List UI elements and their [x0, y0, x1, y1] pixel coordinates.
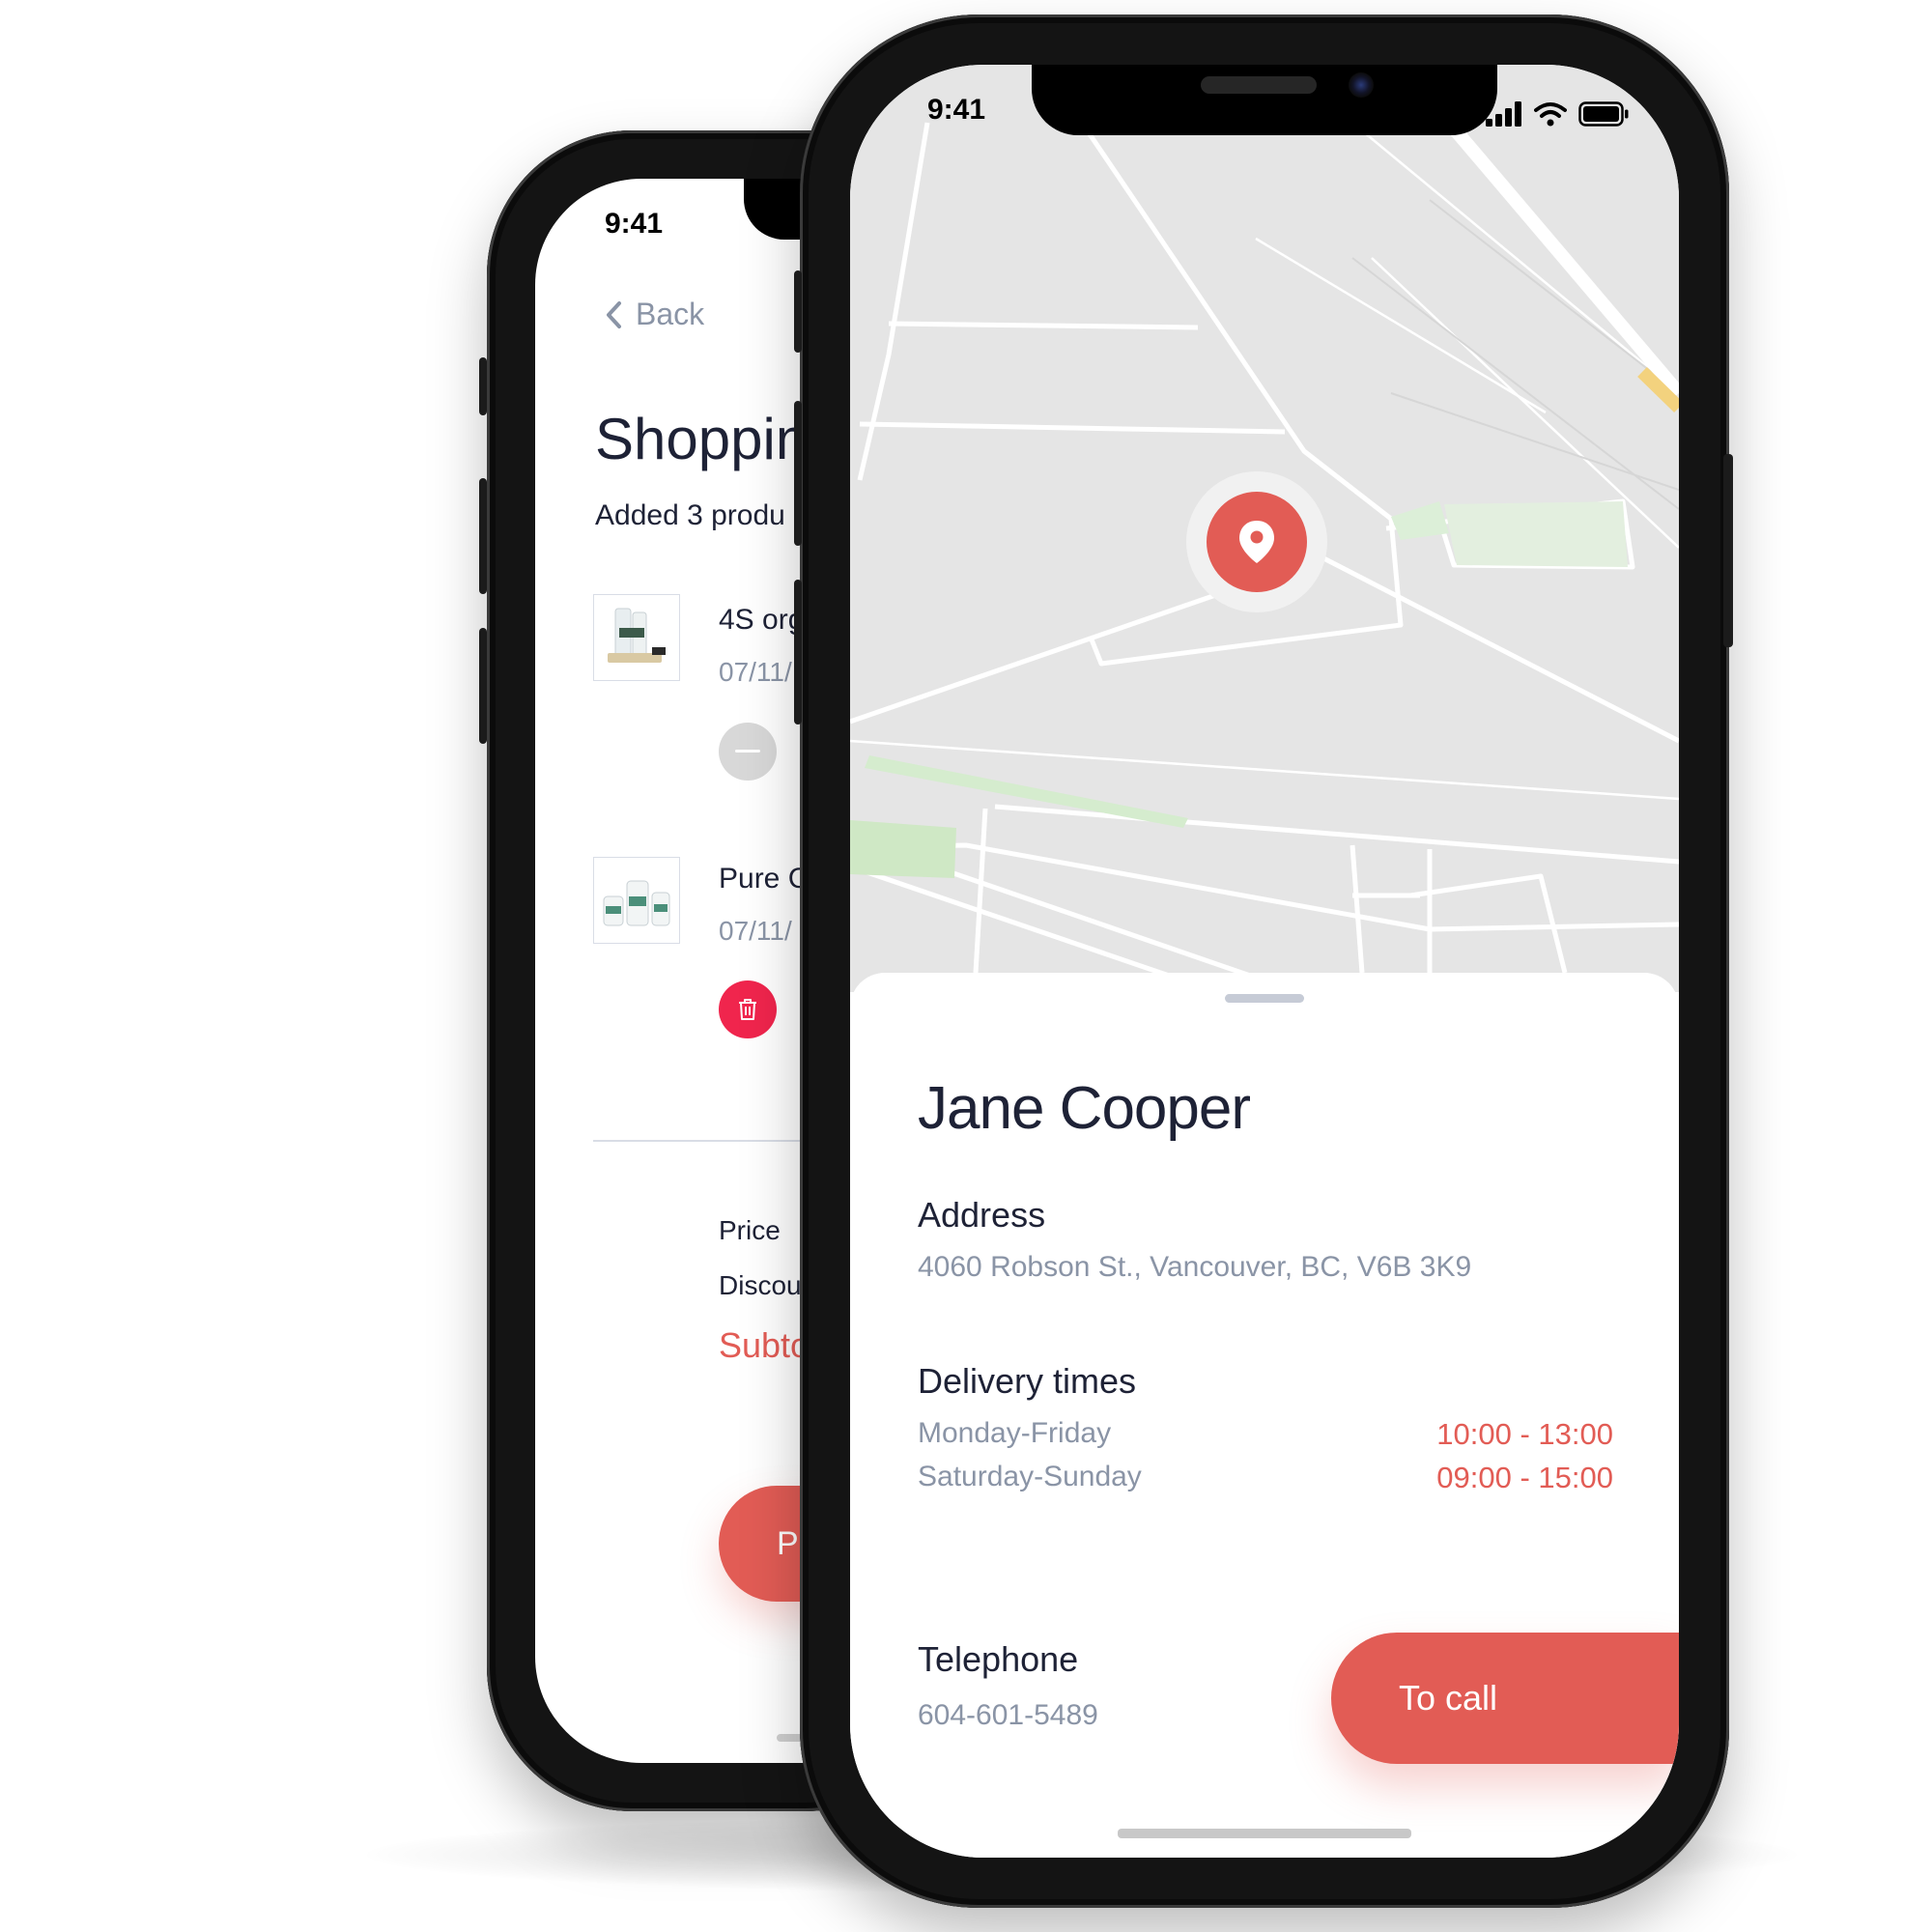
product-date-1: 07/11/ [719, 657, 792, 687]
price-label: Price [719, 1215, 781, 1245]
wifi-icon [1534, 102, 1567, 127]
mute-switch [479, 357, 487, 415]
power-button [1723, 454, 1733, 647]
status-icons [1486, 101, 1629, 127]
volume-up-button [479, 478, 487, 594]
discount-label: Discou [719, 1270, 802, 1300]
page-title: Shoppin [595, 407, 809, 471]
delivery-hours-weekend: 09:00 - 15:00 [1436, 1461, 1613, 1494]
notch [1032, 65, 1497, 135]
map-view[interactable] [850, 65, 1679, 992]
speaker-grille [1201, 76, 1317, 94]
delete-item-button[interactable] [719, 980, 777, 1038]
volume-down-button [479, 628, 487, 744]
product-bottles-icon [608, 608, 666, 663]
back-button[interactable]: Back [605, 297, 704, 332]
product-jars-icon [603, 880, 670, 926]
product-name-1: 4S org [719, 604, 805, 636]
product-image-1[interactable] [593, 594, 680, 681]
address-heading: Address [918, 1195, 1046, 1235]
home-indicator [1118, 1829, 1411, 1838]
delivery-screen: 9:41 Jane Cooper Address 4060 Robson St.… [850, 65, 1679, 1858]
signal-icon [1486, 101, 1521, 127]
back-label: Back [636, 297, 705, 331]
status-time: 9:41 [605, 208, 664, 240]
delivery-times-heading: Delivery times [918, 1361, 1137, 1401]
call-button-label: To call [1399, 1678, 1498, 1718]
battery-icon [1578, 101, 1629, 127]
volume-up-button [794, 401, 802, 546]
subtotal-label: Subto [719, 1325, 810, 1365]
contact-name: Jane Cooper [918, 1075, 1251, 1142]
details-sheet: Jane Cooper Address 4060 Robson St., Van… [850, 973, 1679, 1858]
location-pin[interactable] [1186, 471, 1327, 612]
decrease-quantity-button[interactable] [719, 723, 777, 781]
trash-icon [739, 999, 756, 1020]
call-button[interactable]: To call [1331, 1633, 1679, 1764]
chevron-left-icon [607, 300, 621, 328]
minus-icon [735, 750, 760, 753]
status-time: 9:41 [927, 94, 986, 126]
product-image-2[interactable] [593, 857, 680, 944]
volume-down-button [794, 580, 802, 724]
telephone-value[interactable]: 604-601-5489 [918, 1699, 1098, 1732]
delivery-days-weekday: Monday-Friday [918, 1417, 1112, 1449]
product-name-2: Pure C [719, 863, 810, 895]
mute-switch [794, 270, 802, 353]
phone-delivery-details: 9:41 Jane Cooper Address 4060 Robson St.… [794, 14, 1733, 1908]
page-subtitle: Added 3 produ [595, 499, 785, 531]
delivery-hours-weekday: 10:00 - 13:00 [1436, 1417, 1613, 1451]
product-date-2: 07/11/ [719, 916, 792, 946]
sheet-grabber[interactable] [1225, 994, 1304, 1003]
delivery-days-weekend: Saturday-Sunday [918, 1461, 1142, 1492]
map-marker-icon [1239, 521, 1274, 563]
front-camera [1349, 72, 1374, 98]
address-value: 4060 Robson St., Vancouver, BC, V6B 3K9 [918, 1251, 1472, 1283]
checkout-button-label: P [777, 1524, 799, 1562]
location-pin-inner [1207, 492, 1307, 592]
telephone-heading: Telephone [918, 1639, 1079, 1679]
